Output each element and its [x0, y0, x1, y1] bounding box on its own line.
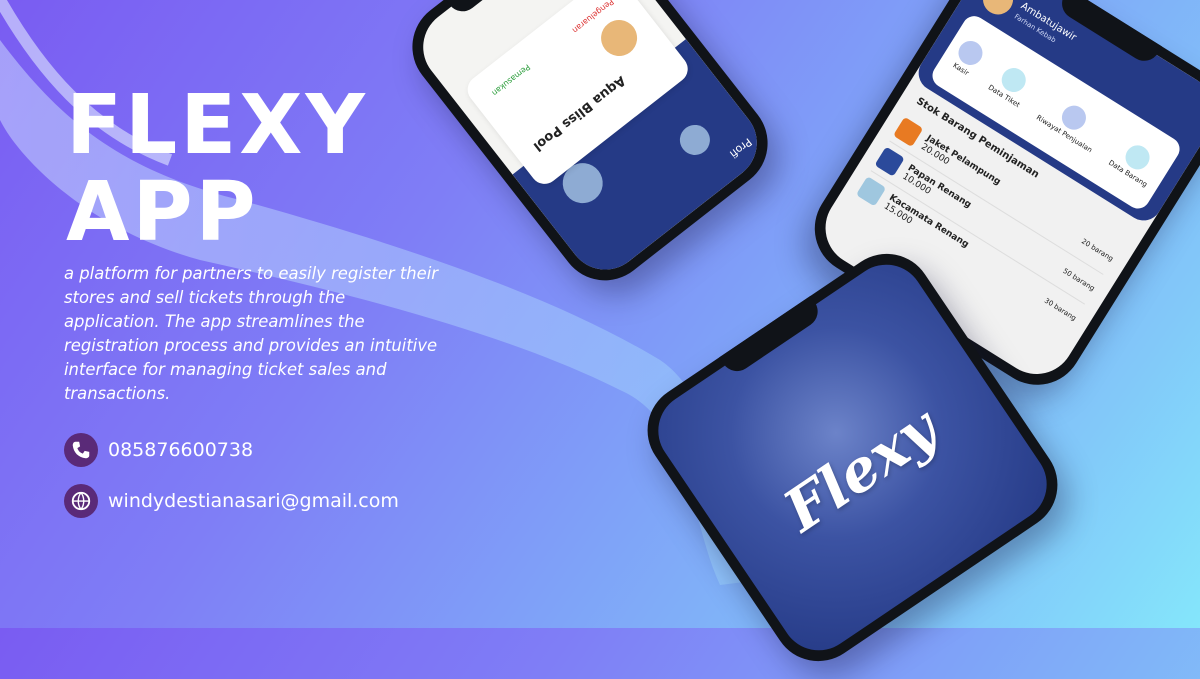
menu-kasir[interactable]: Kasir [949, 36, 988, 78]
phone-screen-finance: Profi Aqua Bliss Pool Pemasukan Pengelua… [407, 0, 773, 285]
phone-mockup-finance: Profi Aqua Bliss Pool Pemasukan Pengelua… [393, 0, 787, 299]
email-contact[interactable]: windydestianasari@gmail.com [64, 484, 399, 518]
flexy-logo: Flexy [771, 394, 950, 546]
income-label: Pemasukan [490, 62, 532, 98]
avatar [977, 0, 1019, 21]
headline-line2: APP [66, 165, 259, 260]
phone-contact[interactable]: 085876600738 [64, 433, 253, 467]
menu-data-tiket[interactable]: Data Tiket [987, 60, 1036, 109]
menu-data-barang[interactable]: Data Barang [1107, 135, 1163, 188]
tab-profile[interactable]: Profi [727, 136, 754, 161]
description: a platform for partners to easily regist… [64, 264, 439, 403]
menu-riwayat[interactable]: Riwayat Penjualan [1035, 90, 1108, 154]
headline-line1: FLEXY [66, 78, 368, 173]
phone-number: 085876600738 [108, 439, 254, 461]
web-icon [64, 484, 98, 518]
pool-avatar [593, 12, 645, 64]
phone-icon [64, 433, 98, 467]
email-address: windydestianasari@gmail.com [108, 490, 399, 512]
